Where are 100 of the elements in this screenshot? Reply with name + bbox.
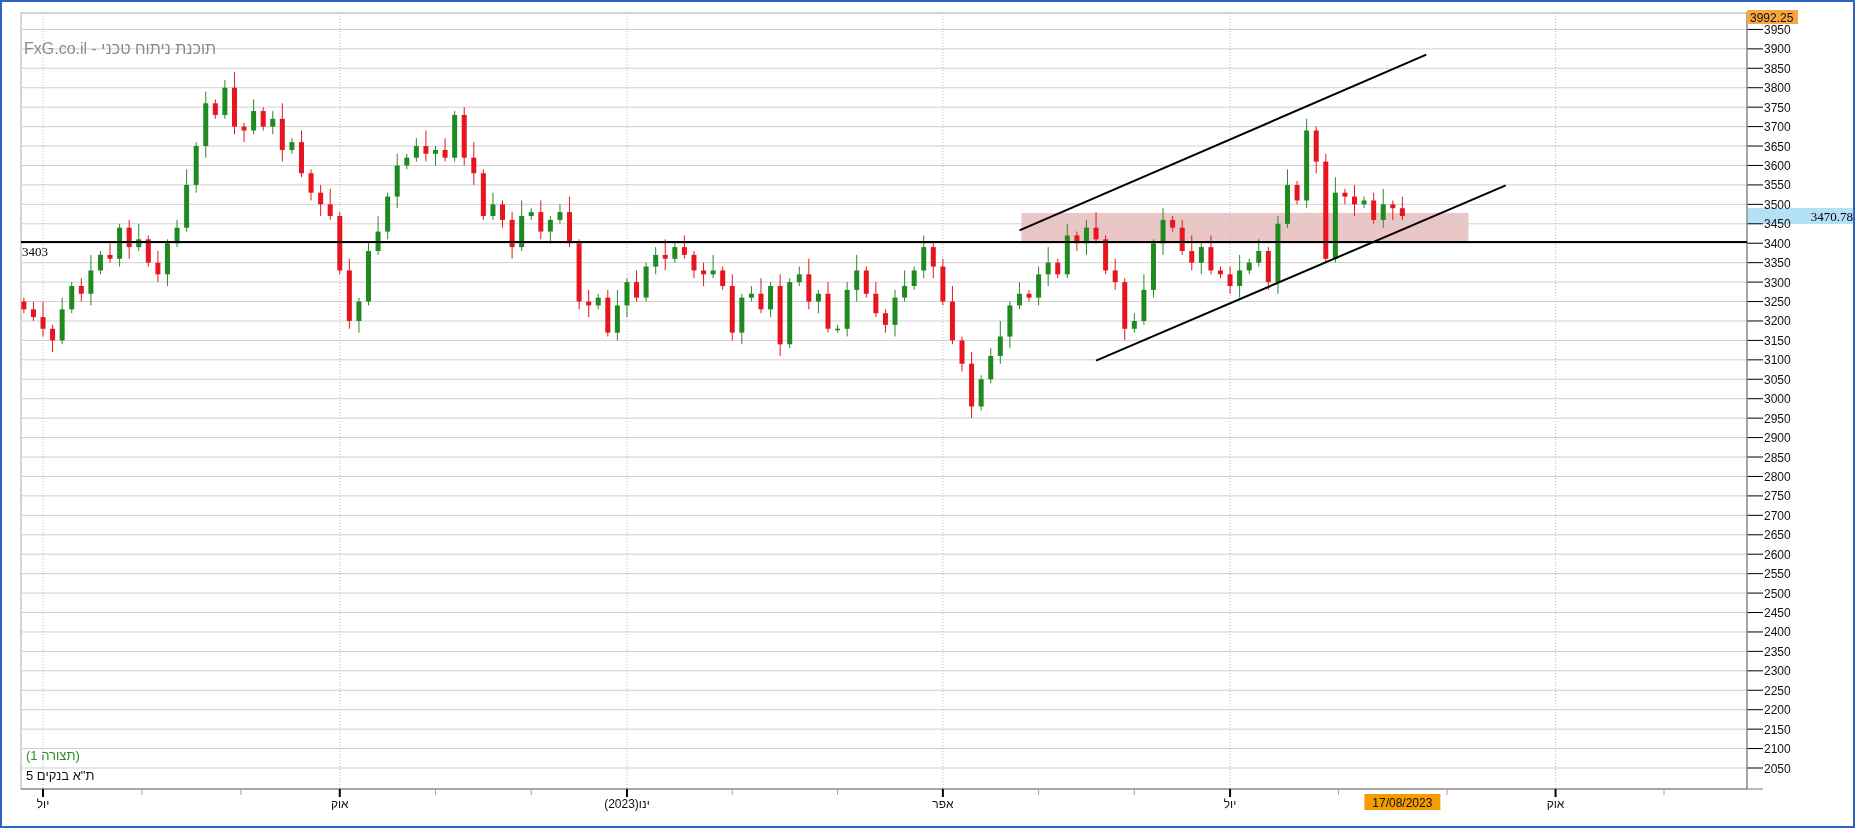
candlestick (97, 250, 103, 275)
candlestick (758, 277, 764, 314)
candlestick (882, 308, 888, 334)
candlestick (1055, 258, 1061, 279)
candlestick (232, 71, 237, 135)
candlestick (164, 238, 170, 287)
axis-value-label: 3250 (1764, 295, 1791, 310)
candlestick (1294, 180, 1300, 205)
candlestick (308, 168, 314, 201)
candlestick (528, 207, 534, 221)
axis-value-label: 3500 (1764, 197, 1791, 212)
axis-value-label: 3350 (1764, 256, 1791, 271)
candlestick (701, 262, 707, 287)
axis-value-label: 3400 (1764, 236, 1791, 251)
candlestick (748, 285, 754, 303)
candlestick (806, 258, 812, 310)
axis-value-label: 2500 (1764, 586, 1791, 601)
candlestick (815, 289, 821, 314)
axis-value-label: 3200 (1764, 314, 1791, 329)
candlestick (1141, 273, 1147, 326)
support-line[interactable] (20, 241, 1748, 244)
candlestick (1122, 277, 1128, 341)
candlestick (279, 102, 285, 163)
candlestick (1265, 246, 1271, 291)
axis-value-label: 2250 (1764, 683, 1791, 698)
candlestick (471, 141, 477, 186)
candlestick (394, 153, 400, 209)
candlestick (729, 273, 735, 341)
candlestick (69, 281, 75, 314)
candlestick (1151, 238, 1156, 299)
candlestick (356, 297, 362, 334)
axis-value-label: 2950 (1764, 411, 1791, 426)
candlestick (1007, 301, 1013, 349)
axis-value-label: 2300 (1764, 664, 1791, 679)
candlestick (1352, 184, 1357, 217)
axis-value-label: 3700 (1764, 120, 1791, 135)
candlestick (1237, 254, 1243, 299)
candlestick (1198, 242, 1204, 275)
candlestick (1131, 312, 1137, 334)
trend-line[interactable] (1095, 184, 1507, 362)
candlestick (1208, 234, 1214, 275)
axis-value-label: 2850 (1764, 450, 1791, 465)
candlestick (787, 277, 793, 349)
candlestick (1160, 207, 1166, 256)
axis-value-label: 2400 (1764, 625, 1791, 640)
candlestick (1179, 219, 1185, 256)
candlestick (452, 110, 458, 163)
axis-value-label: 3600 (1764, 159, 1791, 173)
layout-label: (תצורה 1) (26, 748, 80, 763)
line-value-label: 3403 (22, 244, 48, 260)
axis-date-label: אוק (330, 797, 349, 811)
candlestick (691, 250, 697, 279)
candlestick (1256, 238, 1262, 268)
candlestick (547, 215, 553, 244)
axis-value-label: 2750 (1764, 489, 1791, 504)
chart-title: תוכנת ניתוח טכני - FxG.co.il (24, 40, 217, 57)
candlestick (672, 242, 678, 264)
candlestick (78, 277, 84, 303)
candlestick (1189, 234, 1195, 271)
candlestick (413, 137, 419, 163)
candlestick (1285, 168, 1290, 229)
candlestick (1361, 196, 1367, 209)
axis-date-label: יול (1223, 797, 1237, 811)
candlestick (222, 79, 228, 120)
candlestick (921, 234, 927, 279)
candlestick (212, 98, 218, 120)
axis-value-label: 2900 (1764, 431, 1791, 446)
candlestick (892, 289, 898, 337)
axis-value-label: 3950 (1764, 22, 1791, 37)
axis-value-label: 3450 (1764, 217, 1791, 232)
candlestick (155, 250, 161, 283)
candlestick (1026, 289, 1032, 303)
candlestick (346, 258, 352, 330)
axis-value-label: 2050 (1764, 761, 1791, 776)
candlestick (40, 301, 46, 337)
candlestick (902, 269, 908, 303)
axis-date-label: אוק (1546, 797, 1565, 811)
candlestick (423, 130, 429, 163)
candlestick (1313, 126, 1319, 174)
candlestick (30, 301, 36, 322)
axis-value-label: 3100 (1764, 353, 1791, 368)
candlestick (1112, 258, 1118, 291)
candlestick (1227, 266, 1233, 295)
candlestick (978, 374, 984, 411)
axis-value-label: 2800 (1764, 469, 1791, 484)
candlestick (145, 234, 151, 268)
candlestick (50, 324, 56, 353)
candlestick (720, 266, 726, 291)
candlestick (404, 153, 410, 170)
candlestick (1064, 223, 1070, 279)
candlestick (710, 254, 716, 279)
candlestick (107, 242, 113, 264)
instrument-name: ת"א בנקים 5 (26, 768, 95, 783)
candlestick (854, 254, 860, 303)
axis-date-label: ינו(2023) (604, 797, 650, 811)
candlestick (739, 293, 745, 345)
axis-value-label: 2150 (1764, 722, 1791, 737)
candlestick (595, 293, 601, 310)
candlestick (366, 242, 371, 306)
axis-value-label: 3150 (1764, 333, 1791, 348)
